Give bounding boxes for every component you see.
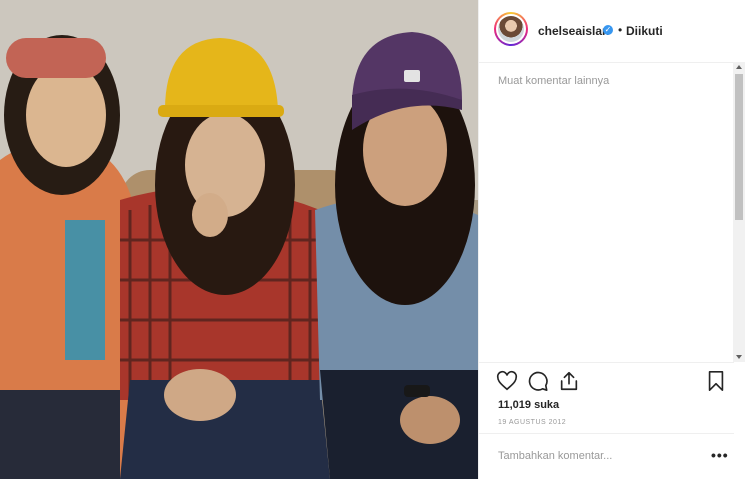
share-icon[interactable] (558, 370, 580, 392)
avatar-image (498, 16, 524, 42)
add-comment-input[interactable]: Tambahkan komentar... (498, 450, 612, 462)
scroll-up-arrow-icon[interactable] (736, 65, 742, 69)
header-separator: • (618, 23, 623, 37)
comments-scrollbar[interactable] (733, 62, 745, 362)
instagram-post-dialog: chelseaislan ✓ • Diikuti Muat komentar l… (0, 0, 745, 479)
post-photo[interactable] (0, 0, 478, 479)
post-header: chelseaislan ✓ • Diikuti (479, 0, 734, 63)
post-date[interactable]: 19 AGUSTUS 2012 (498, 419, 566, 426)
follow-status-button[interactable]: Diikuti (626, 24, 663, 38)
scroll-down-arrow-icon[interactable] (736, 355, 742, 359)
bookmark-icon[interactable] (705, 370, 727, 392)
comment-icon[interactable] (527, 370, 549, 392)
actions-divider (479, 362, 734, 363)
load-more-comments-link[interactable]: Muat komentar lainnya (498, 75, 609, 87)
profile-avatar[interactable] (494, 12, 528, 46)
verified-badge-icon: ✓ (603, 25, 613, 35)
username-link[interactable]: chelseaislan (538, 24, 609, 38)
heart-icon[interactable] (496, 370, 518, 392)
comment-divider (479, 433, 734, 434)
post-side-panel: chelseaislan ✓ • Diikuti Muat komentar l… (478, 0, 745, 479)
likes-count[interactable]: 11,019 suka (498, 399, 559, 411)
avatar-ring-inner (496, 14, 526, 44)
more-options-icon[interactable]: ••• (711, 447, 729, 463)
photo-illustration (0, 0, 478, 479)
scroll-thumb[interactable] (735, 74, 743, 220)
